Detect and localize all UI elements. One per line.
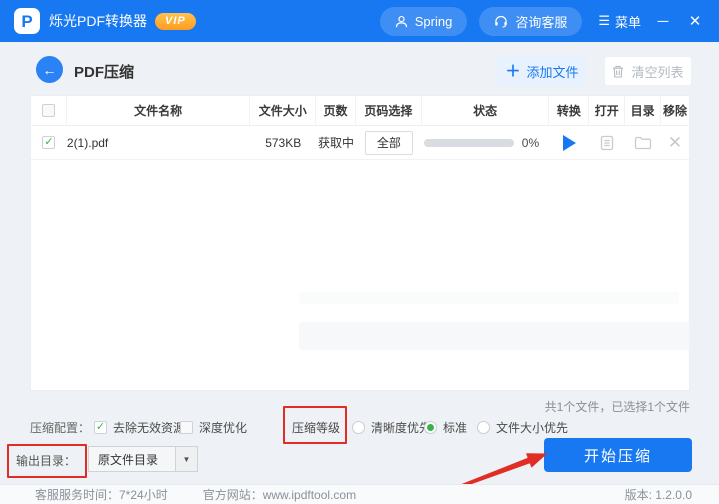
compression-config-row: 压缩配置： ✓ 去除无效资源 深度优化 压缩等级 清晰度优先 标准 文件大小优先 bbox=[0, 414, 719, 440]
standard-label: 标准 bbox=[443, 420, 468, 435]
headset-icon bbox=[494, 15, 508, 28]
deep-optimize-label: 深度优化 bbox=[199, 420, 248, 435]
user-icon bbox=[395, 15, 408, 28]
config-section-label: 压缩配置： bbox=[30, 420, 91, 435]
file-count-summary: 共1个文件，已选择1个文件 bbox=[544, 400, 690, 414]
footer: 客服服务时间：7*24小时 官方网站：www.ipdftool.com 版本: … bbox=[0, 484, 719, 504]
remove-file-icon[interactable]: ✕ bbox=[668, 134, 682, 151]
col-open: 打开 bbox=[589, 95, 626, 126]
back-button[interactable]: ← bbox=[36, 56, 63, 83]
remove-invalid-checkbox[interactable]: ✓ bbox=[94, 420, 107, 434]
service-hours: 客服服务时间：7*24小时 bbox=[35, 488, 168, 502]
support-button[interactable]: 咨询客服 bbox=[479, 6, 583, 36]
arrow-left-icon: ← bbox=[42, 61, 57, 78]
open-file-icon[interactable] bbox=[600, 135, 614, 151]
clear-list-button[interactable]: 清空列表 bbox=[604, 56, 692, 86]
progress-track bbox=[423, 138, 514, 147]
ghost-artifact bbox=[299, 322, 691, 350]
col-file-name: 文件名称 bbox=[67, 95, 251, 126]
add-files-label: 添加文件 bbox=[526, 64, 579, 80]
remove-invalid-label: 去除无效资源 bbox=[113, 420, 186, 435]
vip-badge: VIP bbox=[155, 12, 196, 30]
user-name: Spring bbox=[414, 13, 453, 29]
level-clarity-option[interactable]: 清晰度优先 bbox=[352, 414, 431, 440]
convert-play-button[interactable] bbox=[562, 134, 576, 151]
progress-bar: 0% bbox=[422, 136, 550, 150]
chevron-down-icon[interactable]: ▼ bbox=[175, 447, 197, 471]
output-directory-dropdown[interactable]: 原文件目录 ▼ bbox=[88, 446, 198, 472]
file-table: 文件名称 文件大小 页数 页码选择 状态 转换 打开 目录 移除 ✓ 2(1).… bbox=[30, 95, 691, 391]
start-compression-button[interactable]: 开始压缩 bbox=[544, 438, 692, 472]
col-file-size: 文件大小 bbox=[250, 95, 317, 126]
remove-invalid-option[interactable]: ✓ 去除无效资源 bbox=[94, 414, 185, 440]
col-page-select: 页码选择 bbox=[356, 95, 422, 126]
output-directory-value: 原文件目录 bbox=[98, 452, 159, 467]
table-header-row: 文件名称 文件大小 页数 页码选择 状态 转换 打开 目录 移除 bbox=[31, 95, 689, 126]
hamburger-icon: ☰ bbox=[598, 13, 610, 28]
filesize-radio[interactable] bbox=[477, 420, 490, 434]
trash-icon bbox=[612, 65, 624, 78]
plus-icon: ＋ bbox=[505, 62, 521, 80]
deep-optimize-option[interactable]: 深度优化 bbox=[180, 414, 247, 440]
col-remove: 移除 bbox=[663, 104, 688, 118]
clarity-label: 清晰度优先 bbox=[371, 420, 432, 435]
official-website: 官方网站：www.ipdftool.com bbox=[202, 488, 357, 502]
version-label: 版本: 1.2.0.0 bbox=[624, 488, 692, 502]
file-name: 2(1).pdf bbox=[66, 135, 109, 150]
ghost-artifact bbox=[299, 292, 679, 304]
menu-button[interactable]: ☰ 菜单 bbox=[598, 12, 641, 31]
open-folder-icon[interactable] bbox=[634, 136, 652, 150]
output-directory-label: 输出目录： bbox=[16, 454, 77, 468]
filesize-label: 文件大小优先 bbox=[496, 420, 569, 435]
progress-label: 0% bbox=[521, 135, 540, 150]
app-title: 烁光PDF转换器 bbox=[49, 13, 147, 29]
clarity-radio[interactable] bbox=[352, 420, 365, 434]
titlebar: P 烁光PDF转换器 VIP Spring 咨询客服 ☰ 菜单 ─ ✕ bbox=[0, 0, 719, 42]
deep-optimize-checkbox[interactable] bbox=[180, 420, 193, 434]
support-label: 咨询客服 bbox=[515, 14, 568, 30]
table-row: ✓ 2(1).pdf 573KB 获取中 全部 0% ✕ bbox=[31, 126, 689, 160]
select-all-checkbox[interactable] bbox=[41, 104, 55, 117]
col-convert: 转换 bbox=[549, 95, 590, 126]
level-filesize-option[interactable]: 文件大小优先 bbox=[477, 414, 568, 440]
pages-status: 获取中 bbox=[318, 136, 355, 150]
col-status: 状态 bbox=[422, 95, 550, 126]
col-pages: 页数 bbox=[316, 95, 356, 126]
menu-label: 菜单 bbox=[614, 14, 641, 30]
clear-list-label: 清空列表 bbox=[631, 64, 684, 80]
standard-radio[interactable] bbox=[424, 420, 437, 434]
page-title: PDF压缩 bbox=[74, 64, 135, 81]
add-files-button[interactable]: ＋ 添加文件 bbox=[497, 56, 587, 86]
compression-level-label: 压缩等级 bbox=[292, 420, 341, 435]
file-size: 573KB bbox=[265, 135, 302, 150]
page-range-selector[interactable]: 全部 bbox=[364, 130, 413, 155]
close-button[interactable]: ✕ bbox=[685, 12, 705, 30]
user-account-button[interactable]: Spring bbox=[379, 6, 468, 36]
app-logo-icon: P bbox=[14, 8, 40, 34]
level-standard-option[interactable]: 标准 bbox=[424, 414, 467, 440]
row-checkbox[interactable]: ✓ bbox=[42, 136, 56, 149]
minimize-button[interactable]: ─ bbox=[653, 13, 673, 30]
col-directory: 目录 bbox=[625, 95, 662, 126]
